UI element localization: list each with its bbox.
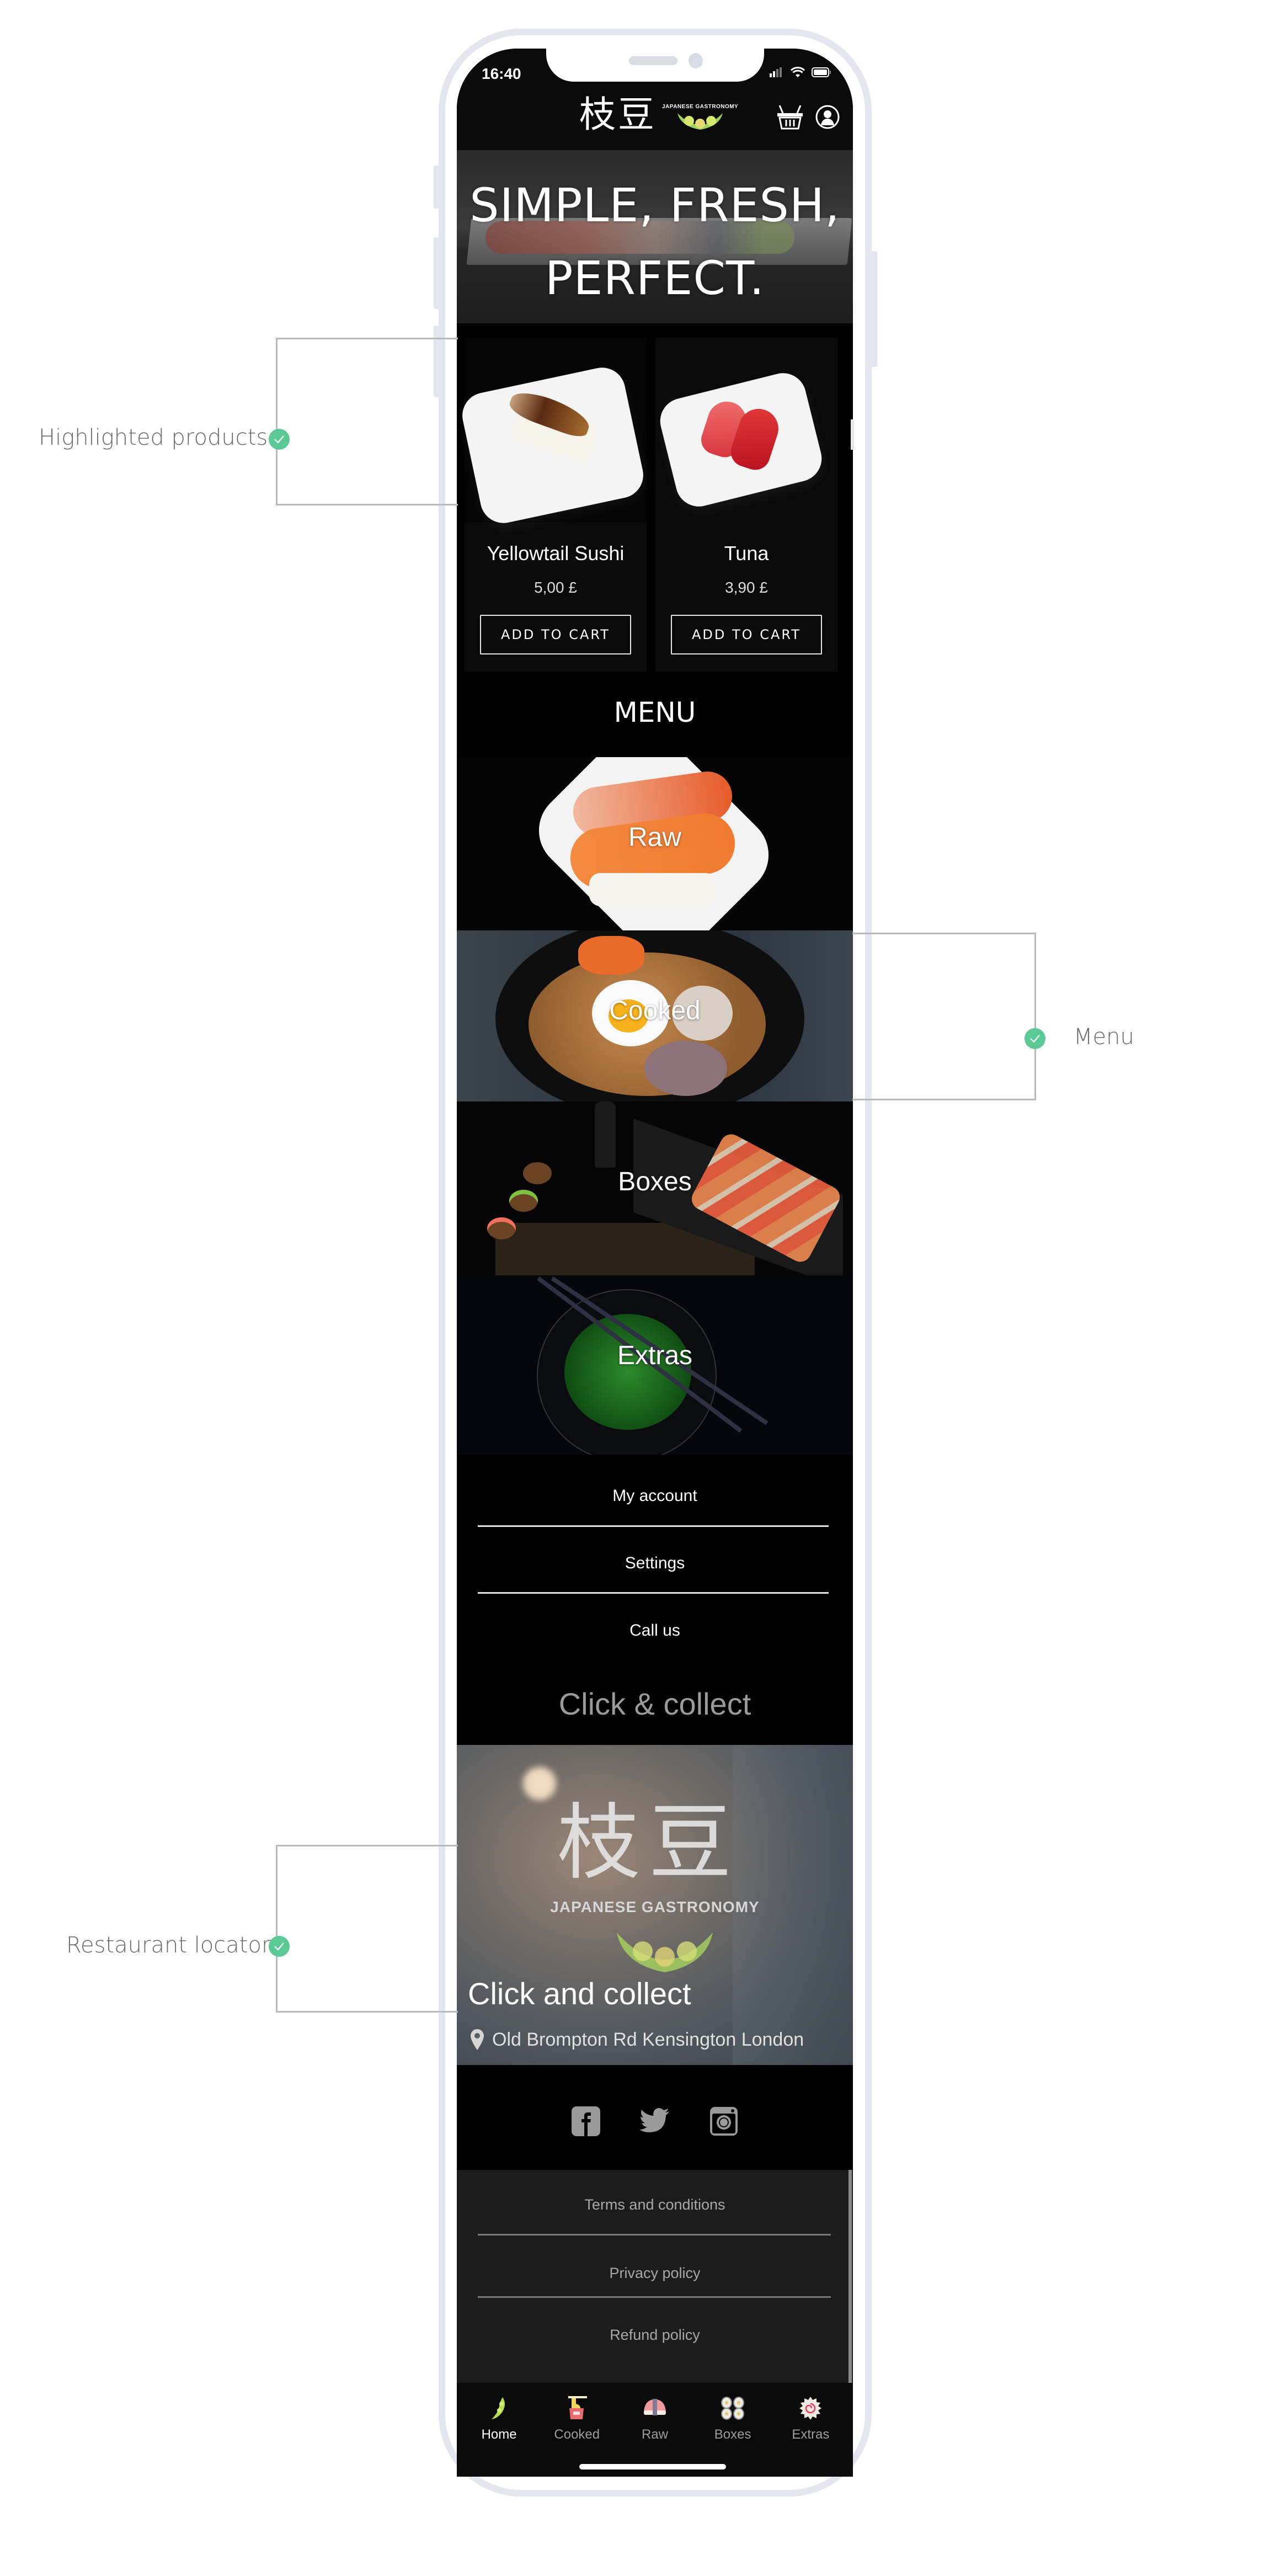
header-actions: [775, 102, 840, 132]
home-indicator[interactable]: [579, 2464, 726, 2469]
tab-raw[interactable]: Raw: [622, 2383, 688, 2477]
map-pin-icon: [471, 2029, 484, 2050]
check-icon: [269, 429, 290, 450]
basket-icon[interactable]: [775, 102, 805, 132]
menu-category-label: Extras: [617, 1341, 693, 1370]
restaurant-address[interactable]: Old Brompton Rd Kensington London: [470, 2029, 804, 2051]
menu-category-raw[interactable]: Raw: [457, 757, 853, 930]
facebook-icon[interactable]: [571, 2106, 601, 2137]
divider: [478, 2296, 831, 2298]
tab-cooked[interactable]: Cooked: [544, 2383, 610, 2477]
check-icon: [1024, 1028, 1045, 1049]
user-icon[interactable]: [815, 104, 840, 130]
product-image: [655, 338, 837, 523]
tab-label: Raw: [641, 2427, 668, 2442]
maki-icon: [721, 2397, 745, 2420]
carrot-image: [578, 936, 644, 975]
divider: [478, 1525, 829, 1527]
tab-label: Boxes: [714, 2427, 751, 2442]
narutomaki-icon: [799, 2397, 822, 2420]
address-text: Old Brompton Rd Kensington London: [492, 2029, 804, 2050]
terms-link[interactable]: Terms and conditions: [457, 2196, 853, 2213]
tab-label: Home: [481, 2427, 517, 2442]
phone-volume-up: [434, 237, 439, 309]
status-time: 16:40: [482, 65, 521, 82]
tab-extras[interactable]: Extras: [777, 2383, 844, 2477]
product-card[interactable]: Yellowtail Sushi 5,00 £ ADD TO CART: [458, 338, 648, 672]
check-icon: [269, 1936, 290, 1957]
annotation-highlighted-products: Highlighted products: [39, 425, 268, 450]
bowl-image: [487, 1217, 516, 1239]
annotation-bracket: [852, 933, 1036, 1100]
noodles-icon: [568, 2396, 587, 2419]
restaurant-sign-kanji: 枝豆: [557, 1795, 741, 1891]
hero-title-line1: SIMPLE, FRESH,: [469, 178, 840, 232]
annotation-menu: Menu: [1074, 1024, 1134, 1050]
hero-title-line2: PERFECT.: [545, 251, 765, 305]
carousel-scroll-indicator[interactable]: [851, 419, 854, 450]
legal-links: Terms and conditions Privacy policy Refu…: [457, 2170, 853, 2385]
hero-title: SIMPLE, FRESH, PERFECT.: [457, 169, 853, 315]
click-collect-section-title: Click & collect: [558, 1686, 751, 1721]
soy-sauce-image: [595, 1101, 616, 1168]
refund-link[interactable]: Refund policy: [457, 2327, 853, 2344]
wifi-icon: [791, 67, 805, 77]
tab-boxes[interactable]: Boxes: [700, 2383, 766, 2477]
menu-section-title: MENU: [613, 696, 696, 728]
product-name: Tuna: [724, 542, 769, 565]
annotation-restaurant-locator: Restaurant locator: [66, 1933, 271, 1958]
tab-label: Extras: [792, 2427, 830, 2442]
edamame-logo-icon: [677, 113, 723, 130]
divider: [478, 1592, 829, 1594]
phone-power-button: [872, 251, 877, 367]
phone-mute-switch: [434, 166, 439, 209]
restaurant-sign-tagline: JAPANESE GASTRONOMY: [550, 1898, 760, 1915]
edamame-icon: [491, 2397, 505, 2419]
phone-speaker: [629, 56, 677, 65]
tab-label: Cooked: [554, 2427, 600, 2442]
meat-image: [644, 1041, 727, 1096]
my-account-link[interactable]: My account: [457, 1487, 853, 1505]
logo-tagline: JAPANESE GASTRONOMY: [662, 104, 739, 110]
product-image: [458, 338, 648, 528]
add-to-cart-button[interactable]: ADD TO CART: [480, 615, 631, 654]
product-card[interactable]: Tuna 3,90 £ ADD TO CART: [655, 338, 837, 672]
divider: [478, 2234, 831, 2236]
signal-icon: [770, 67, 782, 77]
nigiri-icon: [643, 2399, 666, 2415]
tab-home[interactable]: Home: [466, 2383, 532, 2477]
instagram-icon[interactable]: [709, 2106, 739, 2137]
product-name: Yellowtail Sushi: [487, 542, 625, 565]
annotation-bracket: [276, 338, 458, 505]
brand-logo[interactable]: 枝豆 JAPANESE GASTRONOMY: [579, 93, 738, 137]
menu-category-label: Boxes: [618, 1167, 692, 1196]
page-scrollbar[interactable]: [849, 2170, 852, 2385]
menu-category-extras[interactable]: Extras: [457, 1275, 853, 1455]
menu-category-boxes[interactable]: Boxes: [457, 1101, 853, 1275]
bottom-tab-bar: Home Cooked Raw Boxes Extras: [457, 2383, 853, 2477]
annotation-bracket: [276, 1845, 458, 2013]
battery-icon: [812, 67, 831, 77]
social-links: [457, 2065, 853, 2170]
menu-category-cooked[interactable]: Cooked: [457, 930, 853, 1101]
menu-category-label: Cooked: [609, 996, 701, 1025]
click-collect-card-title: Click and collect: [468, 1976, 691, 2011]
add-to-cart-button[interactable]: ADD TO CART: [671, 615, 822, 654]
edamame-sign-icon: [617, 1933, 713, 1972]
call-us-link[interactable]: Call us: [457, 1621, 853, 1640]
logo-kanji: 枝豆: [579, 93, 657, 136]
product-price: 3,90 £: [725, 579, 768, 596]
menu-category-label: Raw: [628, 823, 682, 852]
bokeh-light: [523, 1767, 556, 1800]
status-icons: [770, 67, 831, 78]
twitter-icon[interactable]: [639, 2108, 670, 2135]
rice-image: [589, 873, 716, 906]
settings-link[interactable]: Settings: [457, 1554, 853, 1573]
product-price: 5,00 £: [534, 579, 577, 596]
privacy-link[interactable]: Privacy policy: [457, 2265, 853, 2282]
phone-camera: [689, 53, 703, 68]
